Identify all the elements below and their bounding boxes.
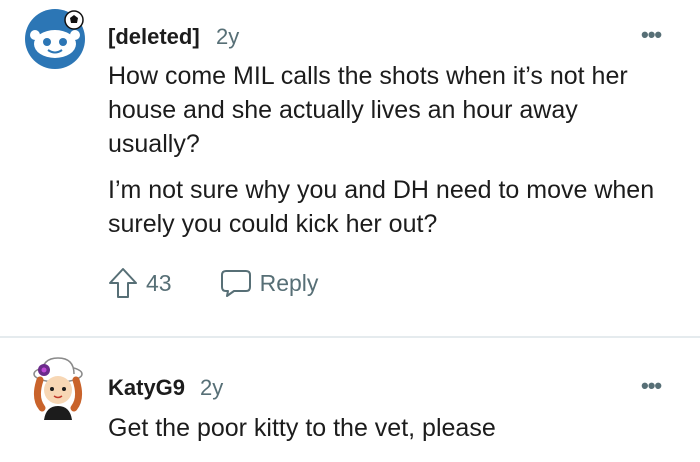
comment: KatyG9 2y ••• Get the poor kitty to the … <box>0 340 700 462</box>
divider <box>0 336 700 338</box>
speech-bubble-icon <box>220 270 251 297</box>
reply-label: Reply <box>259 269 319 296</box>
comment-age: 2y <box>216 24 240 49</box>
username[interactable]: KatyG9 <box>108 375 185 401</box>
snoo-avatar-icon <box>25 9 85 69</box>
comment-body-paragraph: I’m not sure why you and DH need to move… <box>108 176 655 238</box>
more-options-button[interactable]: ••• <box>641 373 662 399</box>
comment-actions: 43 Reply <box>108 266 318 300</box>
comment-body-paragraph: Get the poor kitty to the vet, please <box>108 414 496 442</box>
comment: [deleted] 2y ••• How come MIL calls the … <box>0 0 700 336</box>
upvote-arrow-icon <box>109 268 137 298</box>
avatar[interactable] <box>24 8 86 70</box>
reply-button[interactable]: Reply <box>220 268 319 298</box>
more-horizontal-icon: ••• <box>641 22 662 47</box>
user-avatar-icon <box>33 357 83 420</box>
username[interactable]: [deleted] <box>108 24 200 50</box>
comment-body-paragraph: How come MIL calls the shots when it’s n… <box>108 62 628 158</box>
more-horizontal-icon: ••• <box>641 373 662 398</box>
upvote-button[interactable]: 43 <box>108 267 172 299</box>
more-options-button[interactable]: ••• <box>641 22 662 48</box>
comment-age: 2y <box>200 375 224 400</box>
avatar[interactable] <box>30 354 86 424</box>
upvote-count: 43 <box>146 269 172 296</box>
